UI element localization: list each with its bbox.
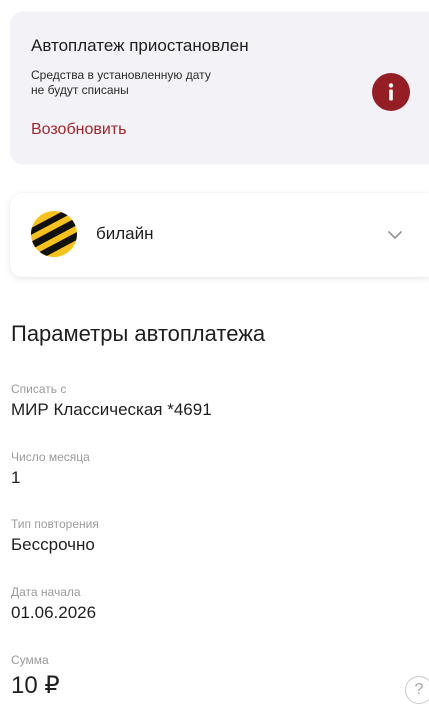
info-icon [372, 73, 410, 111]
field-amount: Сумма 10 ₽ [11, 653, 60, 700]
field-repeat-type: Тип повторения Бессрочно [11, 517, 99, 555]
question-icon[interactable]: ? [405, 676, 429, 704]
field-label: Число месяца [11, 450, 90, 464]
alert-description: Средства в установленную дату не будут с… [31, 68, 291, 98]
autopay-paused-card: Автоплатеж приостановлен Средства в уста… [10, 11, 429, 165]
section-title: Параметры автоплатежа [11, 321, 266, 346]
field-label: Дата начала [11, 585, 81, 599]
resume-button[interactable]: Возобновить [31, 121, 126, 139]
chevron-down-icon [386, 226, 404, 244]
beeline-logo [30, 210, 78, 258]
field-label: Тип повторения [11, 517, 99, 531]
field-value: 10 ₽ [11, 672, 60, 699]
provider-select[interactable]: билайн [10, 193, 429, 277]
field-value: 01.06.2026 [11, 603, 97, 622]
field-value: МИР Классическая *4691 [11, 400, 212, 419]
alert-title: Автоплатеж приостановлен [31, 36, 249, 55]
provider-name: билайн [96, 224, 154, 243]
field-label: Списать с [11, 382, 67, 396]
alert-description-line-2: не будут списаны [31, 83, 129, 97]
alert-description-line-1: Средства в установленную дату [31, 68, 211, 82]
field-start-date: Дата начала 01.06.2026 [11, 585, 96, 623]
field-value: Бессрочно [11, 535, 95, 554]
field-debit-from: Списать с МИР Классическая *4691 [11, 382, 212, 420]
field-day-of-month: Число месяца 1 [11, 450, 90, 488]
field-value: 1 [11, 468, 21, 487]
field-label: Сумма [11, 653, 49, 667]
